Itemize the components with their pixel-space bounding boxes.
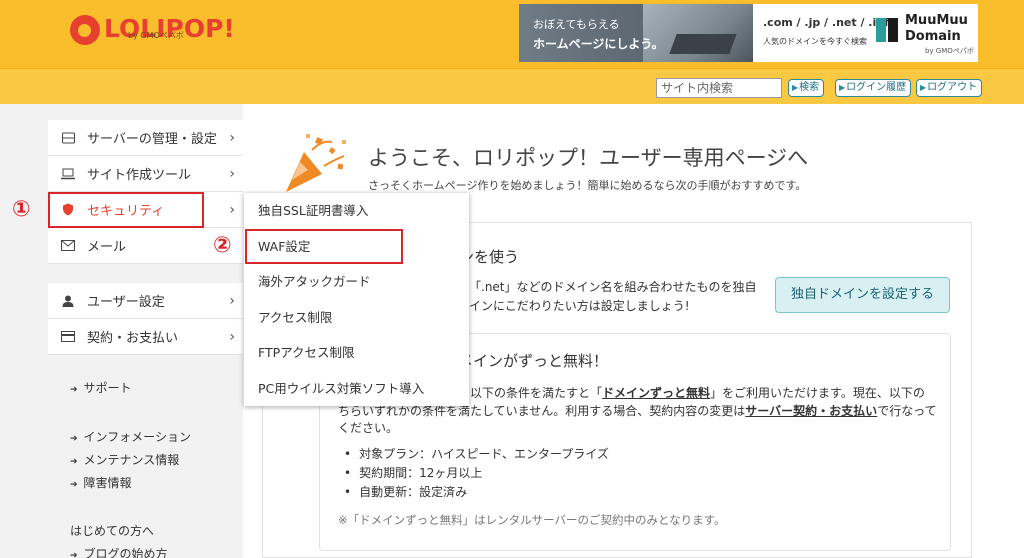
page-title: ようこそ、ロリポップ！ユーザー専用ページへ	[368, 146, 809, 170]
arrow-right-icon: ➔	[70, 434, 78, 444]
billing-link[interactable]: サーバー契約・お支払い	[745, 404, 877, 418]
arrow-right-icon: ➔	[70, 385, 78, 395]
lolipop-logo-icon	[70, 15, 100, 45]
top-header: LOLIPOP! by GMOペパボ おぼえてもらえる ホームページにしよう。 …	[0, 0, 1024, 68]
list-item: 対象プラン：ハイスピード、エンタープライズ	[344, 445, 609, 464]
ad-banner[interactable]: おぼえてもらえる ホームページにしよう。 .com / .jp / .net /…	[519, 4, 978, 62]
mail-icon	[61, 239, 75, 253]
domain-step-text: インにこだわりたい方は設定しましょう!	[469, 299, 690, 313]
logout-button[interactable]: ▶ログアウト	[916, 79, 983, 97]
submenu-item-access-limit[interactable]: アクセス制限	[244, 300, 469, 336]
user-icon	[61, 294, 75, 308]
annotation-number-1: ①	[12, 197, 31, 222]
arrow-right-icon: ▶	[920, 83, 927, 92]
ad-brand-sub: by GMOペパボ	[925, 47, 974, 55]
domain-step-text: 「.net」などのドメイン名を組み合わせたものを独自	[469, 280, 757, 294]
free-domain-text: 以下の条件を満たすと「ドメインずっと無料」をご利用いただけます。現在、以下の	[470, 386, 925, 400]
submenu-item-ssl[interactable]: 独自SSL証明書導入	[244, 193, 469, 229]
chevron-right-icon: ›	[229, 202, 235, 218]
sidebar-item-server[interactable]: サーバーの管理・設定 ›	[48, 120, 243, 156]
sidebar-beginner-heading: はじめての方へ	[70, 524, 155, 538]
ad-brand-line1: MuuMuu	[905, 13, 968, 28]
submenu-item-attack-guard[interactable]: 海外アタックガード	[244, 264, 469, 300]
arrow-right-icon: ▶	[839, 83, 846, 92]
chevron-right-icon: ›	[229, 166, 235, 182]
free-domain-heading: メインがずっと無料！	[458, 352, 609, 370]
security-submenu: 独自SSL証明書導入 WAF設定 海外アタックガード アクセス制限 FTPアクセ…	[244, 193, 469, 406]
free-domain-note: ※「ドメインずっと無料」はレンタルサーバーのご契約中のみとなります。	[338, 513, 726, 527]
ad-photo-panel: おぼえてもらえる ホームページにしよう。	[519, 4, 753, 62]
sidebar-link-blog-start[interactable]: ➔ ブログの始め方	[70, 543, 168, 558]
sidebar-item-label: 契約・お支払い	[87, 331, 179, 346]
laptop-icon	[61, 167, 75, 181]
search-button[interactable]: ▶検索	[788, 79, 825, 97]
submenu-item-ftp-limit[interactable]: FTPアクセス制限	[244, 335, 469, 371]
annotation-box-waf	[245, 229, 403, 264]
free-domain-text: ください。	[338, 421, 399, 435]
submenu-item-antivirus[interactable]: PC用ウイルス対策ソフト導入	[244, 371, 469, 407]
sidebar-item-label: メール	[87, 240, 127, 255]
ad-line1: おぼえてもらえる	[533, 18, 620, 31]
sidebar-item-label: ユーザー設定	[87, 295, 165, 310]
sidebar-item-billing[interactable]: 契約・お支払い ›	[48, 319, 243, 355]
arrow-right-icon: ▶	[792, 83, 799, 92]
sidebar-links-info: ➔ インフォメーション ➔ メンテナンス情報 ➔ 障害情報	[70, 426, 191, 495]
party-popper-icon	[282, 130, 352, 196]
ad-photo-image	[643, 4, 753, 62]
annotation-number-2: ②	[213, 233, 232, 258]
ad-line2: ホームページにしよう。	[533, 37, 664, 51]
arrow-right-icon: ➔	[70, 457, 78, 467]
logo-sub: by GMOペパボ	[128, 31, 184, 40]
free-domain-link[interactable]: ドメインずっと無料	[602, 386, 710, 400]
sidebar-link-maintenance[interactable]: ➔ メンテナンス情報	[70, 449, 191, 472]
page-subtitle: さっそくホームページ作りを始めましょう！簡単に始めるなら次の手順がおすすめです。	[368, 179, 807, 192]
condition-list: 対象プラン：ハイスピード、エンタープライズ 契約期間：12ヶ月以上 自動更新：設…	[344, 445, 609, 502]
ad-domain-panel: .com / .jp / .net / .info 人気のドメインを今すぐ検索 …	[753, 4, 978, 62]
sidebar-link-outage[interactable]: ➔ 障害情報	[70, 472, 191, 495]
sidebar-item-label: サイト作成ツール	[87, 168, 192, 183]
logout-label: ログアウト	[927, 82, 978, 93]
arrow-right-icon: ➔	[70, 480, 78, 490]
sidebar-links-support: ➔ サポート	[70, 377, 132, 400]
login-history-label: ログイン履歴	[846, 82, 907, 93]
ad-domains-sub: 人気のドメインを今すぐ検索	[763, 37, 867, 46]
set-domain-button[interactable]: 独自ドメインを設定する	[775, 277, 950, 313]
sidebar-item-user-settings[interactable]: ユーザー設定 ›	[48, 283, 243, 319]
sidebar-nav-account: ユーザー設定 › 契約・お支払い ›	[48, 283, 243, 355]
list-item: 自動更新：設定済み	[344, 483, 609, 502]
server-icon	[61, 131, 75, 145]
sidebar-link-information[interactable]: ➔ インフォメーション	[70, 426, 191, 449]
muumuu-logo-icon	[876, 18, 900, 42]
list-item: 契約期間：12ヶ月以上	[344, 464, 609, 483]
search-button-label: 検索	[799, 82, 820, 93]
chevron-right-icon: ›	[229, 130, 235, 146]
sidebar-item-site-tools[interactable]: サイト作成ツール ›	[48, 156, 243, 192]
sidebar-item-label: サーバーの管理・設定	[87, 132, 217, 147]
sidebar-links-beginner: はじめての方へ ➔ ブログの始め方	[70, 520, 168, 558]
arrow-right-icon: ➔	[70, 551, 78, 558]
chevron-right-icon: ›	[229, 293, 235, 309]
card-icon	[61, 330, 75, 344]
header-toolbar: ▶検索 ▶ログイン履歴 ▶ログアウト	[0, 68, 1024, 104]
login-history-button[interactable]: ▶ログイン履歴	[835, 79, 912, 97]
sidebar-link-support[interactable]: ➔ サポート	[70, 377, 132, 400]
annotation-box-security	[48, 192, 204, 228]
ad-brand-line2: Domain	[905, 29, 961, 44]
chevron-right-icon: ›	[229, 329, 235, 345]
site-search-input[interactable]	[656, 78, 782, 98]
